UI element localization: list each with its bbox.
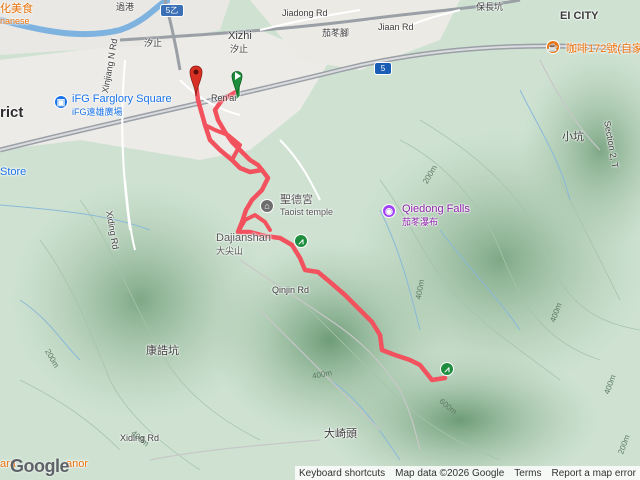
shopping-icon[interactable]: ▣ bbox=[54, 95, 68, 109]
place-kang-gao-keng: 康誥坑 bbox=[146, 345, 179, 357]
keyboard-shortcuts-link[interactable]: Keyboard shortcuts bbox=[299, 468, 385, 479]
road-qinjin: Qinjin Rd bbox=[272, 285, 310, 295]
terms-link[interactable]: Terms bbox=[514, 468, 541, 479]
road-top: 過港 bbox=[116, 2, 135, 12]
highway-shield-5: 5 bbox=[374, 62, 392, 75]
hiking-icon[interactable]: ⩘ bbox=[294, 234, 308, 248]
poi-bottom-left-2[interactable]: anor bbox=[66, 458, 88, 470]
google-logo: Google bbox=[10, 456, 70, 476]
place-xiao-keng: 小坑 bbox=[562, 131, 584, 143]
road-renai: Ren'ai bbox=[211, 93, 237, 103]
camera-icon[interactable]: ◉ bbox=[382, 204, 396, 218]
district-label: rict bbox=[0, 104, 24, 121]
poi-cafe[interactable]: 咖啡172號(自家 bbox=[566, 40, 640, 56]
cafe-icon[interactable]: ☕ bbox=[546, 40, 560, 54]
poi-store[interactable]: Store bbox=[0, 166, 26, 178]
xizhi-label: Xizhi bbox=[228, 30, 252, 42]
poi-ifg[interactable]: iFG Farglory Square iFG遠雄廣場 bbox=[72, 93, 172, 118]
city-label: EI CITY bbox=[560, 10, 599, 22]
temple-icon[interactable]: ⌂ bbox=[260, 199, 274, 213]
poi-temple[interactable]: 聖德宮 Taoist temple bbox=[280, 191, 333, 217]
road-jiayin: Jiaan Rd bbox=[378, 22, 414, 32]
attribution-bar: Keyboard shortcuts Map data ©2026 Google… bbox=[294, 466, 640, 480]
xizhi-zh-left-label: 汐止 bbox=[144, 38, 163, 48]
trailhead-hiking-icon[interactable]: ⩘ bbox=[440, 362, 454, 376]
road-jiadong-zh: 茄苳腳 bbox=[322, 28, 350, 38]
place-top-right: 保長坑 bbox=[476, 2, 504, 12]
report-error-link[interactable]: Report a map error bbox=[552, 468, 636, 479]
road-jiadong: Jiadong Rd bbox=[282, 8, 328, 18]
highway-shield-5b: 5乙 bbox=[160, 4, 184, 17]
map-data-text: Map data ©2026 Google bbox=[395, 467, 505, 479]
xizhi-zh-label: 汐止 bbox=[230, 44, 249, 54]
poi-falls[interactable]: Qiedong Falls 茄苳瀑布 bbox=[402, 203, 470, 228]
place-da-qi-tou: 大崎頭 bbox=[324, 428, 357, 440]
topographic-map[interactable] bbox=[0, 0, 640, 480]
poi-peak[interactable]: Dajianshan 大尖山 bbox=[216, 232, 271, 257]
poi-top-left[interactable]: 化美食 nanese bbox=[0, 0, 33, 26]
